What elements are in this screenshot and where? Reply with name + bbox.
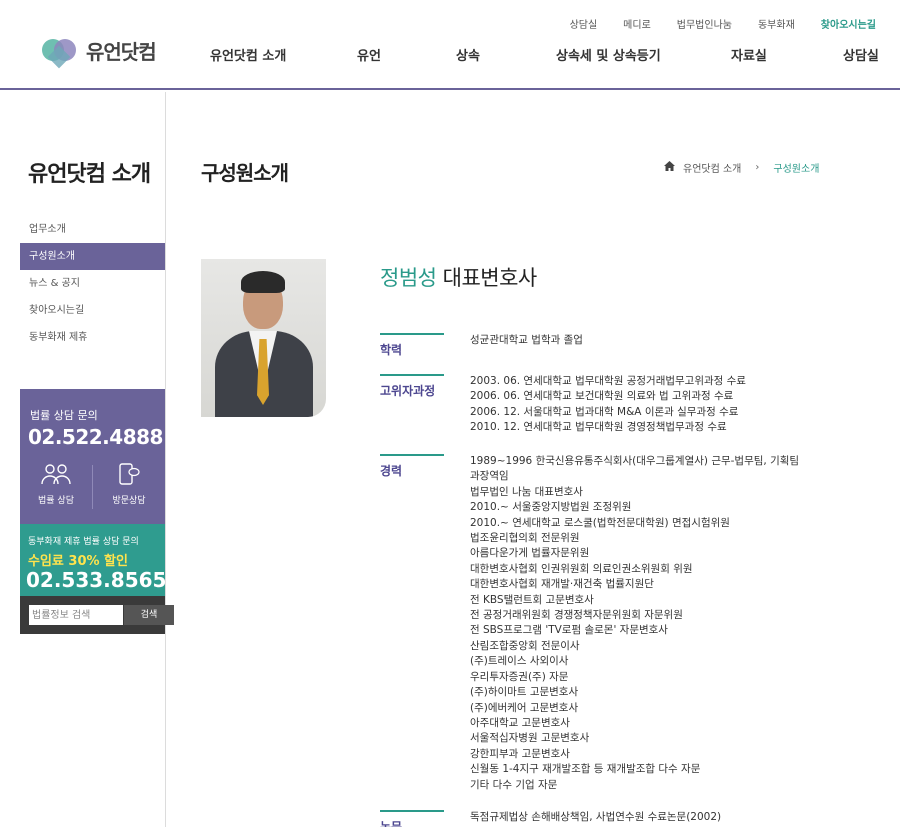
partner-title: 동부화재 제휴 법률 상담 문의: [28, 537, 139, 547]
list-item: 우리투자증권(주) 자문: [470, 670, 569, 683]
list-item: (주)트레이스 사외이사: [470, 655, 569, 668]
util-link-dongbu[interactable]: 동부화재: [758, 16, 795, 31]
list-item: 1989~1996 한국신용유통주식회사(대우그룹계열사) 근무-법무팀, 기획…: [470, 455, 800, 467]
utility-nav: 상담실 메디로 법무법인나눔 동부화재 찾아오시는길: [570, 16, 876, 31]
legal-consult-label: 법률 상담: [38, 496, 74, 506]
util-link-medilaw[interactable]: 메디로: [623, 16, 651, 31]
list-item: (주)에버케어 고문변호사: [470, 701, 579, 714]
legal-consult-button[interactable]: 법률 상담: [20, 463, 92, 506]
nav-item-about[interactable]: 유언닷컴 소개: [210, 45, 286, 64]
sidebar-item-news[interactable]: 뉴스 & 공지: [20, 270, 165, 297]
advanced-course-list: 2003. 06. 연세대학교 법무대학원 공정거래법무고위과정 수료 2006.…: [470, 374, 830, 436]
search-box: 검색: [20, 596, 174, 634]
util-link-directions[interactable]: 찾아오시는길: [821, 16, 876, 31]
paper-list: 독점규제법상 손해배상책임, 사법연수원 수료논문(2002): [470, 810, 830, 825]
site-header: 상담실 메디로 법무법인나눔 동부화재 찾아오시는길 유언닷컴 유언닷컴 소개 …: [0, 0, 900, 90]
list-item: 2006. 12. 서울대학교 법과대학 M&A 이론과 실무과정 수료: [470, 405, 739, 418]
consult-title: 법률 상담 문의: [30, 409, 98, 422]
list-item: 대한변호사협회 재개발·재건축 법률지원단: [470, 578, 654, 591]
list-item: 성균관대학교 법학과 졸업: [470, 334, 583, 346]
list-item: 2006. 06. 연세대학교 보건대학원 의료와 법 고위과정 수료: [470, 390, 734, 403]
breadcrumb-parent[interactable]: 유언닷컴 소개: [683, 160, 741, 175]
list-item: (주)하이마트 고문변호사: [470, 686, 579, 699]
phone-chat-icon: [93, 463, 165, 489]
logo-heart-icon: [42, 37, 78, 68]
list-item: 신월동 1-4지구 재개발조합 등 재개발조합 다수 자문: [470, 763, 701, 776]
list-item: 독점규제법상 손해배상책임, 사법연수원 수료논문(2002): [470, 811, 722, 823]
visit-consult-button[interactable]: 방문상담: [93, 463, 165, 506]
list-item: 2010.~ 연세대학교 로스쿨(법학전문대학원) 면접시험위원: [470, 516, 730, 529]
people-icon: [20, 463, 92, 489]
partner-box: 동부화재 제휴 법률 상담 문의 수임료 30% 할인 02.533.8565: [20, 524, 167, 596]
nav-item-library[interactable]: 자료실: [731, 45, 767, 64]
sidebar-item-directions[interactable]: 찾아오시는길: [20, 297, 165, 324]
list-item: 아주대학교 고문변호사: [470, 716, 570, 729]
list-item: 아름다운가게 법률자문위원: [470, 547, 590, 560]
sidebar-divider: [165, 92, 166, 827]
sidebar-item-services[interactable]: 업무소개: [20, 216, 165, 243]
profile-name-text: 정범성: [380, 266, 437, 290]
chevron-right-icon: ›: [755, 162, 760, 173]
list-item: 대한변호사협회 인권위원회 의료인권소위원회 위원: [470, 562, 693, 575]
page-title: 구성원소개: [201, 161, 289, 185]
consult-box: 법률 상담 문의 02.522.4888 법률 상담 방문상담: [20, 389, 165, 524]
list-item: 산림조합중앙회 전문이사: [470, 639, 580, 652]
sidebar-item-members[interactable]: 구성원소개: [20, 243, 165, 270]
profile-role: 대표변호사: [442, 266, 538, 290]
logo-text: 유언닷컴: [86, 40, 157, 64]
education-list: 성균관대학교 법학과 졸업: [470, 333, 830, 348]
list-item: 2010.~ 서울중앙지방법원 조정위원: [470, 501, 632, 514]
list-item: 과장역임: [470, 470, 509, 483]
profile-photo: [201, 259, 326, 417]
partner-promo: 수임료 30% 할인: [28, 554, 128, 569]
sidebar-menu: 업무소개 구성원소개 뉴스 & 공지 찾아오시는길 동부화재 제휴: [20, 216, 165, 351]
list-item: 법조윤리협의회 전문위원: [470, 532, 580, 545]
list-item: 강한피부과 고문변호사: [470, 747, 570, 760]
sidebar-title: 유언닷컴 소개: [28, 162, 151, 187]
education-label: 학력: [380, 333, 444, 358]
consult-phone: 02.522.4888: [28, 425, 163, 449]
nav-item-inheritance[interactable]: 상속: [456, 45, 480, 64]
breadcrumb-current: 구성원소개: [773, 164, 820, 175]
home-icon[interactable]: [664, 161, 675, 174]
search-input[interactable]: [29, 605, 123, 625]
list-item: 기타 다수 기업 자문: [470, 778, 558, 791]
util-link-consult[interactable]: 상담실: [570, 16, 598, 31]
list-item: 전 SBS프로그램 'TV로펌 솔로몬' 자문변호사: [470, 624, 668, 637]
logo[interactable]: 유언닷컴: [42, 36, 157, 68]
advanced-course-label: 고위자과정: [380, 374, 444, 399]
nav-item-will[interactable]: 유언: [357, 45, 381, 64]
util-link-nanum[interactable]: 법무법인나눔: [677, 16, 732, 31]
career-label: 경력: [380, 454, 444, 479]
list-item: 법무법인 나눔 대표변호사: [470, 485, 583, 498]
partner-phone: 02.533.8565: [26, 568, 167, 592]
career-list: 1989~1996 한국신용유통주식회사(대우그룹계열사) 근무-법무팀, 기획…: [470, 454, 830, 793]
paper-label: 논문: [380, 810, 444, 827]
list-item: 2010. 12. 연세대학교 법무대학원 경영정책법무과정 수료: [470, 421, 727, 434]
nav-item-consult[interactable]: 상담실: [843, 45, 879, 64]
search-button[interactable]: 검색: [124, 605, 174, 625]
profile-name: 정범성 대표변호사: [380, 262, 537, 292]
list-item: 전 KBS탤런트회 고문변호사: [470, 593, 594, 606]
list-item: 전 공정거래위원회 경쟁정책자문위원회 자문위원: [470, 609, 683, 622]
visit-consult-label: 방문상담: [112, 496, 146, 506]
breadcrumb: 유언닷컴 소개 › 구성원소개: [664, 160, 819, 175]
list-item: 서울적십자병원 고문변호사: [470, 732, 590, 745]
nav-item-inheritance-tax[interactable]: 상속세 및 상속등기: [556, 45, 661, 64]
list-item: 2003. 06. 연세대학교 법무대학원 공정거래법무고위과정 수료: [470, 375, 746, 387]
sidebar-item-dongbu[interactable]: 동부화재 제휴: [20, 324, 165, 351]
